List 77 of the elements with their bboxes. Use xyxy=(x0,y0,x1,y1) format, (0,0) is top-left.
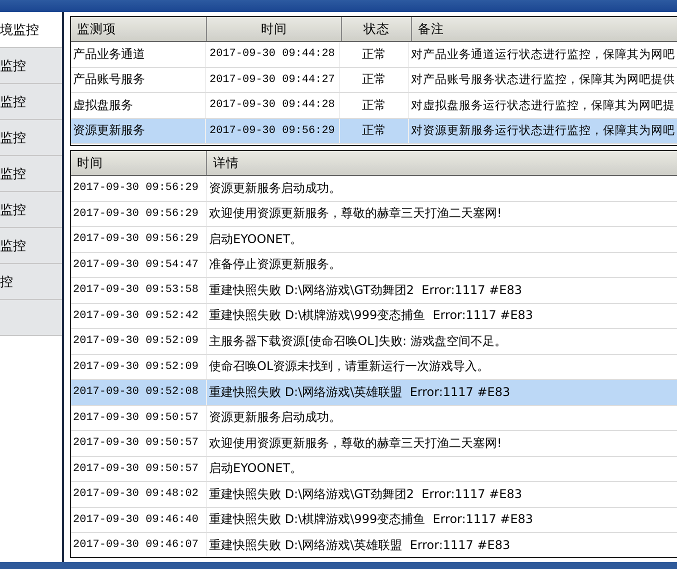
sidebar-item[interactable]: 监控 xyxy=(0,120,62,156)
sidebar-item[interactable]: 监控 xyxy=(0,48,62,84)
table-row[interactable]: 2017-09-30 09:50:57 欢迎使用资源更新服务，尊敬的赫章三天打渔二天塞网! xyxy=(71,431,677,456)
table-row[interactable]: 产品账号服务 2017-09-30 09:44:27 正常 对产品账号服务状态进行监控，保障其为网吧提供 xyxy=(71,68,677,93)
table-cell-text: 启动EYOONET。 xyxy=(208,230,304,248)
table-cell: 2017-09-30 09:52:42 xyxy=(71,304,207,328)
table-cell-text: 欢迎使用资源更新服务，尊敬的赫章三天打渔二天塞网! xyxy=(208,434,503,452)
table-cell-text: 对虚拟盘服务运行状态进行监控，保障其为网吧提 xyxy=(410,96,676,114)
table-cell-text: 重建快照失败 D:\网络游戏\英雄联盟 Error:1117 #E83 xyxy=(208,536,512,554)
table-cell-text: 使命召唤OL资源未找到，请重新运行一次游戏导入。 xyxy=(208,358,490,376)
table-cell-text: 资源更新服务启动成功。 xyxy=(208,180,342,197)
table-cell-text: 主服务器下载资源[使命召唤OL]失败: 游戏盘空间不足。 xyxy=(208,332,508,350)
table-cell: 2017-09-30 09:54:47 xyxy=(71,252,207,277)
table-cell: 2017-09-30 09:48:02 xyxy=(71,482,207,506)
column-header[interactable]: 状态 xyxy=(342,17,412,41)
table-cell-text: 重建快照失败 D:\网络游戏\GT劲舞团2 Error:1117 #E83 xyxy=(208,282,523,299)
table-cell-text: 对资源更新服务运行状态进行监控，保障其为网吧 xyxy=(410,122,676,140)
table-cell-text: 对产品账号服务状态进行监控，保障其为网吧提供 xyxy=(410,71,676,88)
table-cell: 2017-09-30 09:52:09 xyxy=(71,354,207,379)
table-cell: 正常 xyxy=(340,68,409,92)
table-row[interactable]: 2017-09-30 09:50:57 启动EYOONET。 xyxy=(71,456,677,482)
table-cell: 正常 xyxy=(340,118,409,143)
table-cell: 2017-09-30 09:56:29 xyxy=(71,176,207,200)
table-cell-text: 启动EYOONET。 xyxy=(208,460,304,478)
table-cell-text: 重建快照失败 D:\棋牌游戏\999变态捕鱼 Error:1117 #E83 xyxy=(208,307,534,324)
table-row[interactable]: 2017-09-30 09:52:09 主服务器下载资源[使命召唤OL]失败: 游戏盘空间不足。 xyxy=(71,329,677,354)
table-cell: 2017-09-30 09:56:29 xyxy=(71,227,207,252)
table-cell: 2017-09-30 09:44:27 xyxy=(206,68,340,92)
table-cell: 2017-09-30 09:56:29 xyxy=(71,202,207,226)
table-cell: 虚拟盘服务 xyxy=(71,93,206,118)
column-header[interactable]: 时间 xyxy=(207,17,342,41)
table-cell: 2017-09-30 09:44:28 xyxy=(206,42,340,66)
sidebar-item[interactable] xyxy=(0,300,62,336)
table-cell: 2017-09-30 09:50:57 xyxy=(71,431,207,456)
table-cell: 2017-09-30 09:50:57 xyxy=(71,456,207,481)
table-row[interactable]: 2017-09-30 09:46:40 重建快照失败 D:\棋牌游戏\999变态捕鱼 Error:1117 #E83 xyxy=(71,508,677,533)
column-header[interactable]: 时间 xyxy=(71,151,207,175)
table-row[interactable]: 2017-09-30 09:54:47 准备停止资源更新服务。 xyxy=(71,252,677,278)
sidebar-item[interactable]: 监控 xyxy=(0,156,62,192)
table-cell-text: 重建快照失败 D:\网络游戏\GT劲舞团2 Error:1117 #E83 xyxy=(208,486,523,503)
column-header[interactable]: 详情 xyxy=(207,151,677,175)
table-cell: 产品业务通道 xyxy=(71,42,206,66)
table-cell-text: 重建快照失败 D:\网络游戏\英雄联盟 Error:1117 #E83 xyxy=(208,384,512,401)
table-cell-text: 欢迎使用资源更新服务，尊敬的赫章三天打渔二天塞网! xyxy=(208,205,503,222)
table-cell-text: 资源更新服务启动成功。 xyxy=(208,409,342,426)
table-cell-text: 对产品业务通道运行状态进行监控，保障其为网吧 xyxy=(410,46,676,63)
table-cell: 产品账号服务 xyxy=(71,68,206,92)
table-cell: 2017-09-30 09:46:40 xyxy=(71,508,207,532)
table-row[interactable]: 2017-09-30 09:52:42 重建快照失败 D:\棋牌游戏\999变态捕鱼 Error:1117 #E83 xyxy=(71,304,677,329)
table-row[interactable]: 2017-09-30 09:53:58 重建快照失败 D:\网络游戏\GT劲舞团2 Error:1117 #E83 xyxy=(71,278,677,304)
table-row[interactable]: 2017-09-30 09:50:57 资源更新服务启动成功。 xyxy=(71,406,677,431)
table-row[interactable]: 2017-09-30 09:52:08 重建快照失败 D:\网络游戏\英雄联盟 Error:1117 #E83 xyxy=(71,380,677,406)
sidebar-item[interactable]: 监控 xyxy=(0,228,62,264)
table-cell: 2017-09-30 09:56:29 xyxy=(206,118,340,143)
table-cell: 2017-09-30 09:52:09 xyxy=(71,329,207,354)
column-header[interactable]: 备注 xyxy=(412,17,677,41)
table-row[interactable]: 2017-09-30 09:48:02 重建快照失败 D:\网络游戏\GT劲舞团2 Error:1117 #E83 xyxy=(71,482,677,508)
table-row[interactable]: 2017-09-30 09:56:29 资源更新服务启动成功。 xyxy=(71,176,677,202)
table-cell-text: 准备停止资源更新服务。 xyxy=(208,256,342,274)
table-cell-text: 重建快照失败 D:\棋牌游戏\999变态捕鱼 Error:1117 #E83 xyxy=(208,511,534,528)
sidebar-item[interactable]: 监控 xyxy=(0,84,62,120)
table-cell: 2017-09-30 09:44:28 xyxy=(206,93,340,118)
table-cell: 2017-09-30 09:53:58 xyxy=(71,278,207,302)
table-row[interactable]: 2017-09-30 09:56:29 欢迎使用资源更新服务，尊敬的赫章三天打渔二天塞网! xyxy=(71,202,677,227)
sidebar-item[interactable]: 控 xyxy=(0,264,62,300)
table-cell: 2017-09-30 09:52:08 xyxy=(71,380,207,404)
table-row[interactable]: 2017-09-30 09:56:29 启动EYOONET。 xyxy=(71,227,677,252)
sidebar-item[interactable]: 监控 xyxy=(0,192,62,228)
table-row[interactable]: 产品业务通道 2017-09-30 09:44:28 正常 对产品业务通道运行状态进行监控，保障其为网吧 xyxy=(71,42,677,68)
table-cell: 2017-09-30 09:50:57 xyxy=(71,406,207,430)
table-cell: 正常 xyxy=(340,42,409,66)
table-cell: 正常 xyxy=(340,93,409,118)
column-header[interactable]: 监测项 xyxy=(71,17,207,41)
table-row[interactable]: 资源更新服务 2017-09-30 09:56:29 正常 对资源更新服务运行状态进行监控，保障其为网吧 xyxy=(71,118,677,144)
table-cell: 资源更新服务 xyxy=(71,118,206,143)
table-cell: 2017-09-30 09:46:07 xyxy=(71,533,207,557)
table-row[interactable]: 2017-09-30 09:46:07 重建快照失败 D:\网络游戏\英雄联盟 Error:1117 #E83 xyxy=(71,533,677,557)
